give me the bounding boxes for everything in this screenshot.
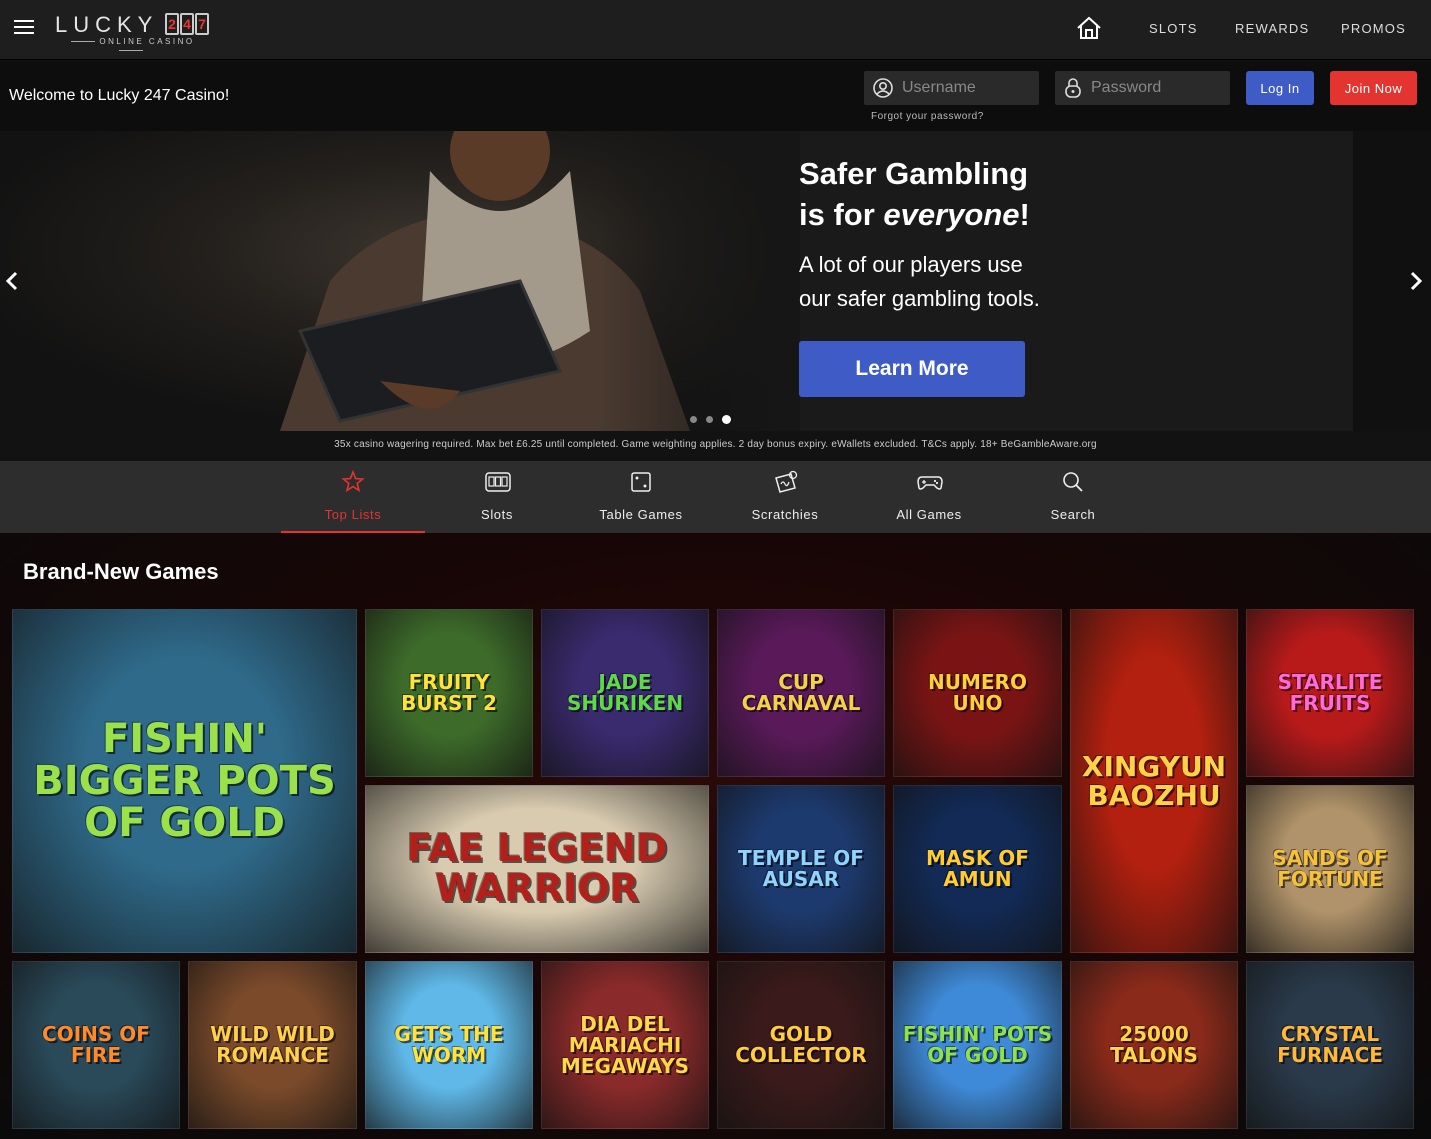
game-title: Fishin' Bigger Pots of Gold: [33, 716, 336, 846]
game-tile[interactable]: Jade Shuriken: [541, 609, 709, 777]
games-section: Brand-New Games Fishin' Bigger Pots of G…: [0, 533, 1431, 1139]
username-input[interactable]: [902, 79, 1032, 97]
game-title: Dia del Mariachi Megaways: [560, 1011, 690, 1078]
learn-more-button[interactable]: Learn More: [799, 341, 1025, 397]
hero-body: A lot of our players use our safer gambl…: [799, 252, 1040, 311]
gamepad-icon: [917, 476, 943, 490]
star-icon: [341, 470, 365, 493]
carousel-dot[interactable]: [690, 416, 697, 423]
game-title: 25000 Talons: [1110, 1022, 1198, 1067]
top-navigation: LUCKY 2 4 7 ONLINE CASINO SLOTS REWARDS …: [0, 0, 1431, 60]
carousel-dots: [690, 415, 740, 424]
game-title: Fishin' Pots of Gold: [902, 1022, 1053, 1067]
game-tile[interactable]: Starlite Fruits: [1246, 609, 1414, 777]
game-title: Fae Legend Warrior: [406, 826, 668, 910]
game-tile[interactable]: Fishin' Bigger Pots of Gold: [12, 609, 357, 953]
tab-table-games[interactable]: Table Games: [569, 461, 713, 533]
game-title: Cup Carnaval: [741, 670, 861, 715]
game-title: Fruity Burst 2: [401, 670, 497, 715]
login-bar: Welcome to Lucky 247 Casino! Forgot your…: [0, 61, 1431, 131]
chevron-right-icon[interactable]: [1408, 271, 1424, 291]
game-tile[interactable]: Sands of Fortune: [1246, 785, 1414, 953]
tab-slots[interactable]: Slots: [425, 461, 569, 533]
tab-all-games[interactable]: All Games: [857, 461, 1001, 533]
game-tile[interactable]: Crystal Furnace: [1246, 961, 1414, 1129]
password-field[interactable]: [1055, 71, 1230, 105]
game-tile[interactable]: Mask of Amun: [893, 785, 1062, 953]
slot-machine-icon: [485, 472, 511, 492]
dice-icon: [631, 472, 651, 492]
scratch-card-icon: [775, 470, 798, 493]
home-icon[interactable]: [1076, 16, 1102, 40]
game-tile[interactable]: Xingyun Baozhu: [1070, 609, 1238, 953]
game-tile[interactable]: 25000 Talons: [1070, 961, 1238, 1129]
forgot-password-link[interactable]: Forgot your password?: [871, 111, 984, 122]
logo-word: LUCKY: [55, 12, 159, 37]
section-title: Brand-New Games: [23, 559, 219, 584]
tab-search[interactable]: Search: [1001, 461, 1145, 533]
carousel-dot[interactable]: [706, 416, 713, 423]
menu-icon[interactable]: [14, 20, 34, 36]
game-tile[interactable]: Temple of Ausar: [717, 785, 885, 953]
game-title: Wild Wild Romance: [210, 1022, 335, 1067]
game-title: Sands of Fortune: [1272, 846, 1388, 891]
nav-promos[interactable]: PROMOS: [1341, 21, 1406, 36]
terms-disclaimer: 35x casino wagering required. Max bet £6…: [0, 431, 1431, 461]
welcome-message: Welcome to Lucky 247 Casino!: [9, 87, 230, 104]
category-tabs: Top Lists Slots Table Games Scratchies A…: [0, 461, 1431, 533]
game-tile[interactable]: Fae Legend Warrior: [365, 785, 709, 953]
game-tile[interactable]: Wild Wild Romance: [188, 961, 357, 1129]
carousel-dot-active[interactable]: [722, 415, 731, 424]
logo[interactable]: LUCKY 2 4 7 ONLINE CASINO: [55, 12, 215, 48]
game-tile[interactable]: Fruity Burst 2: [365, 609, 533, 777]
search-icon: [1063, 472, 1083, 492]
hero-title: Safer Gambling is for everyone!: [799, 156, 1030, 232]
game-tile[interactable]: Fishin' Pots of Gold: [893, 961, 1062, 1129]
chevron-left-icon[interactable]: [4, 271, 20, 291]
join-now-button[interactable]: Join Now: [1330, 71, 1417, 105]
nav-slots[interactable]: SLOTS: [1149, 21, 1198, 36]
game-title: Xingyun Baozhu: [1081, 749, 1227, 812]
game-title: Temple of Ausar: [738, 846, 864, 891]
game-tile[interactable]: Gets the Worm: [365, 961, 533, 1129]
user-icon: [873, 78, 893, 98]
game-title: Gold Collector: [735, 1022, 867, 1067]
game-title: Crystal Furnace: [1277, 1022, 1383, 1067]
game-title: Numero Uno: [928, 670, 1027, 715]
login-button[interactable]: Log In: [1246, 71, 1314, 105]
tab-top-lists[interactable]: Top Lists: [281, 461, 425, 533]
nav-rewards[interactable]: REWARDS: [1235, 21, 1309, 36]
game-tile[interactable]: Coins of Fire: [12, 961, 180, 1129]
game-tile[interactable]: Gold Collector: [717, 961, 885, 1129]
username-field[interactable]: [864, 71, 1039, 105]
game-title: Jade Shuriken: [566, 670, 684, 715]
logo-digits: 2 4 7: [165, 13, 210, 35]
game-title: Gets the Worm: [394, 1022, 504, 1067]
tab-scratchies[interactable]: Scratchies: [713, 461, 857, 533]
game-tile[interactable]: Cup Carnaval: [717, 609, 885, 777]
hero-banner: Safer Gambling is for everyone! A lot of…: [0, 131, 1431, 431]
game-tile[interactable]: Numero Uno: [893, 609, 1062, 777]
lock-icon: [1065, 78, 1081, 98]
game-title: Starlite Fruits: [1277, 670, 1383, 715]
logo-subtitle: ONLINE CASINO: [55, 37, 207, 55]
password-input[interactable]: [1091, 79, 1221, 97]
game-title: Coins of Fire: [42, 1022, 150, 1067]
game-tile[interactable]: Dia del Mariachi Megaways: [541, 961, 709, 1129]
game-title: Mask of Amun: [926, 846, 1029, 891]
